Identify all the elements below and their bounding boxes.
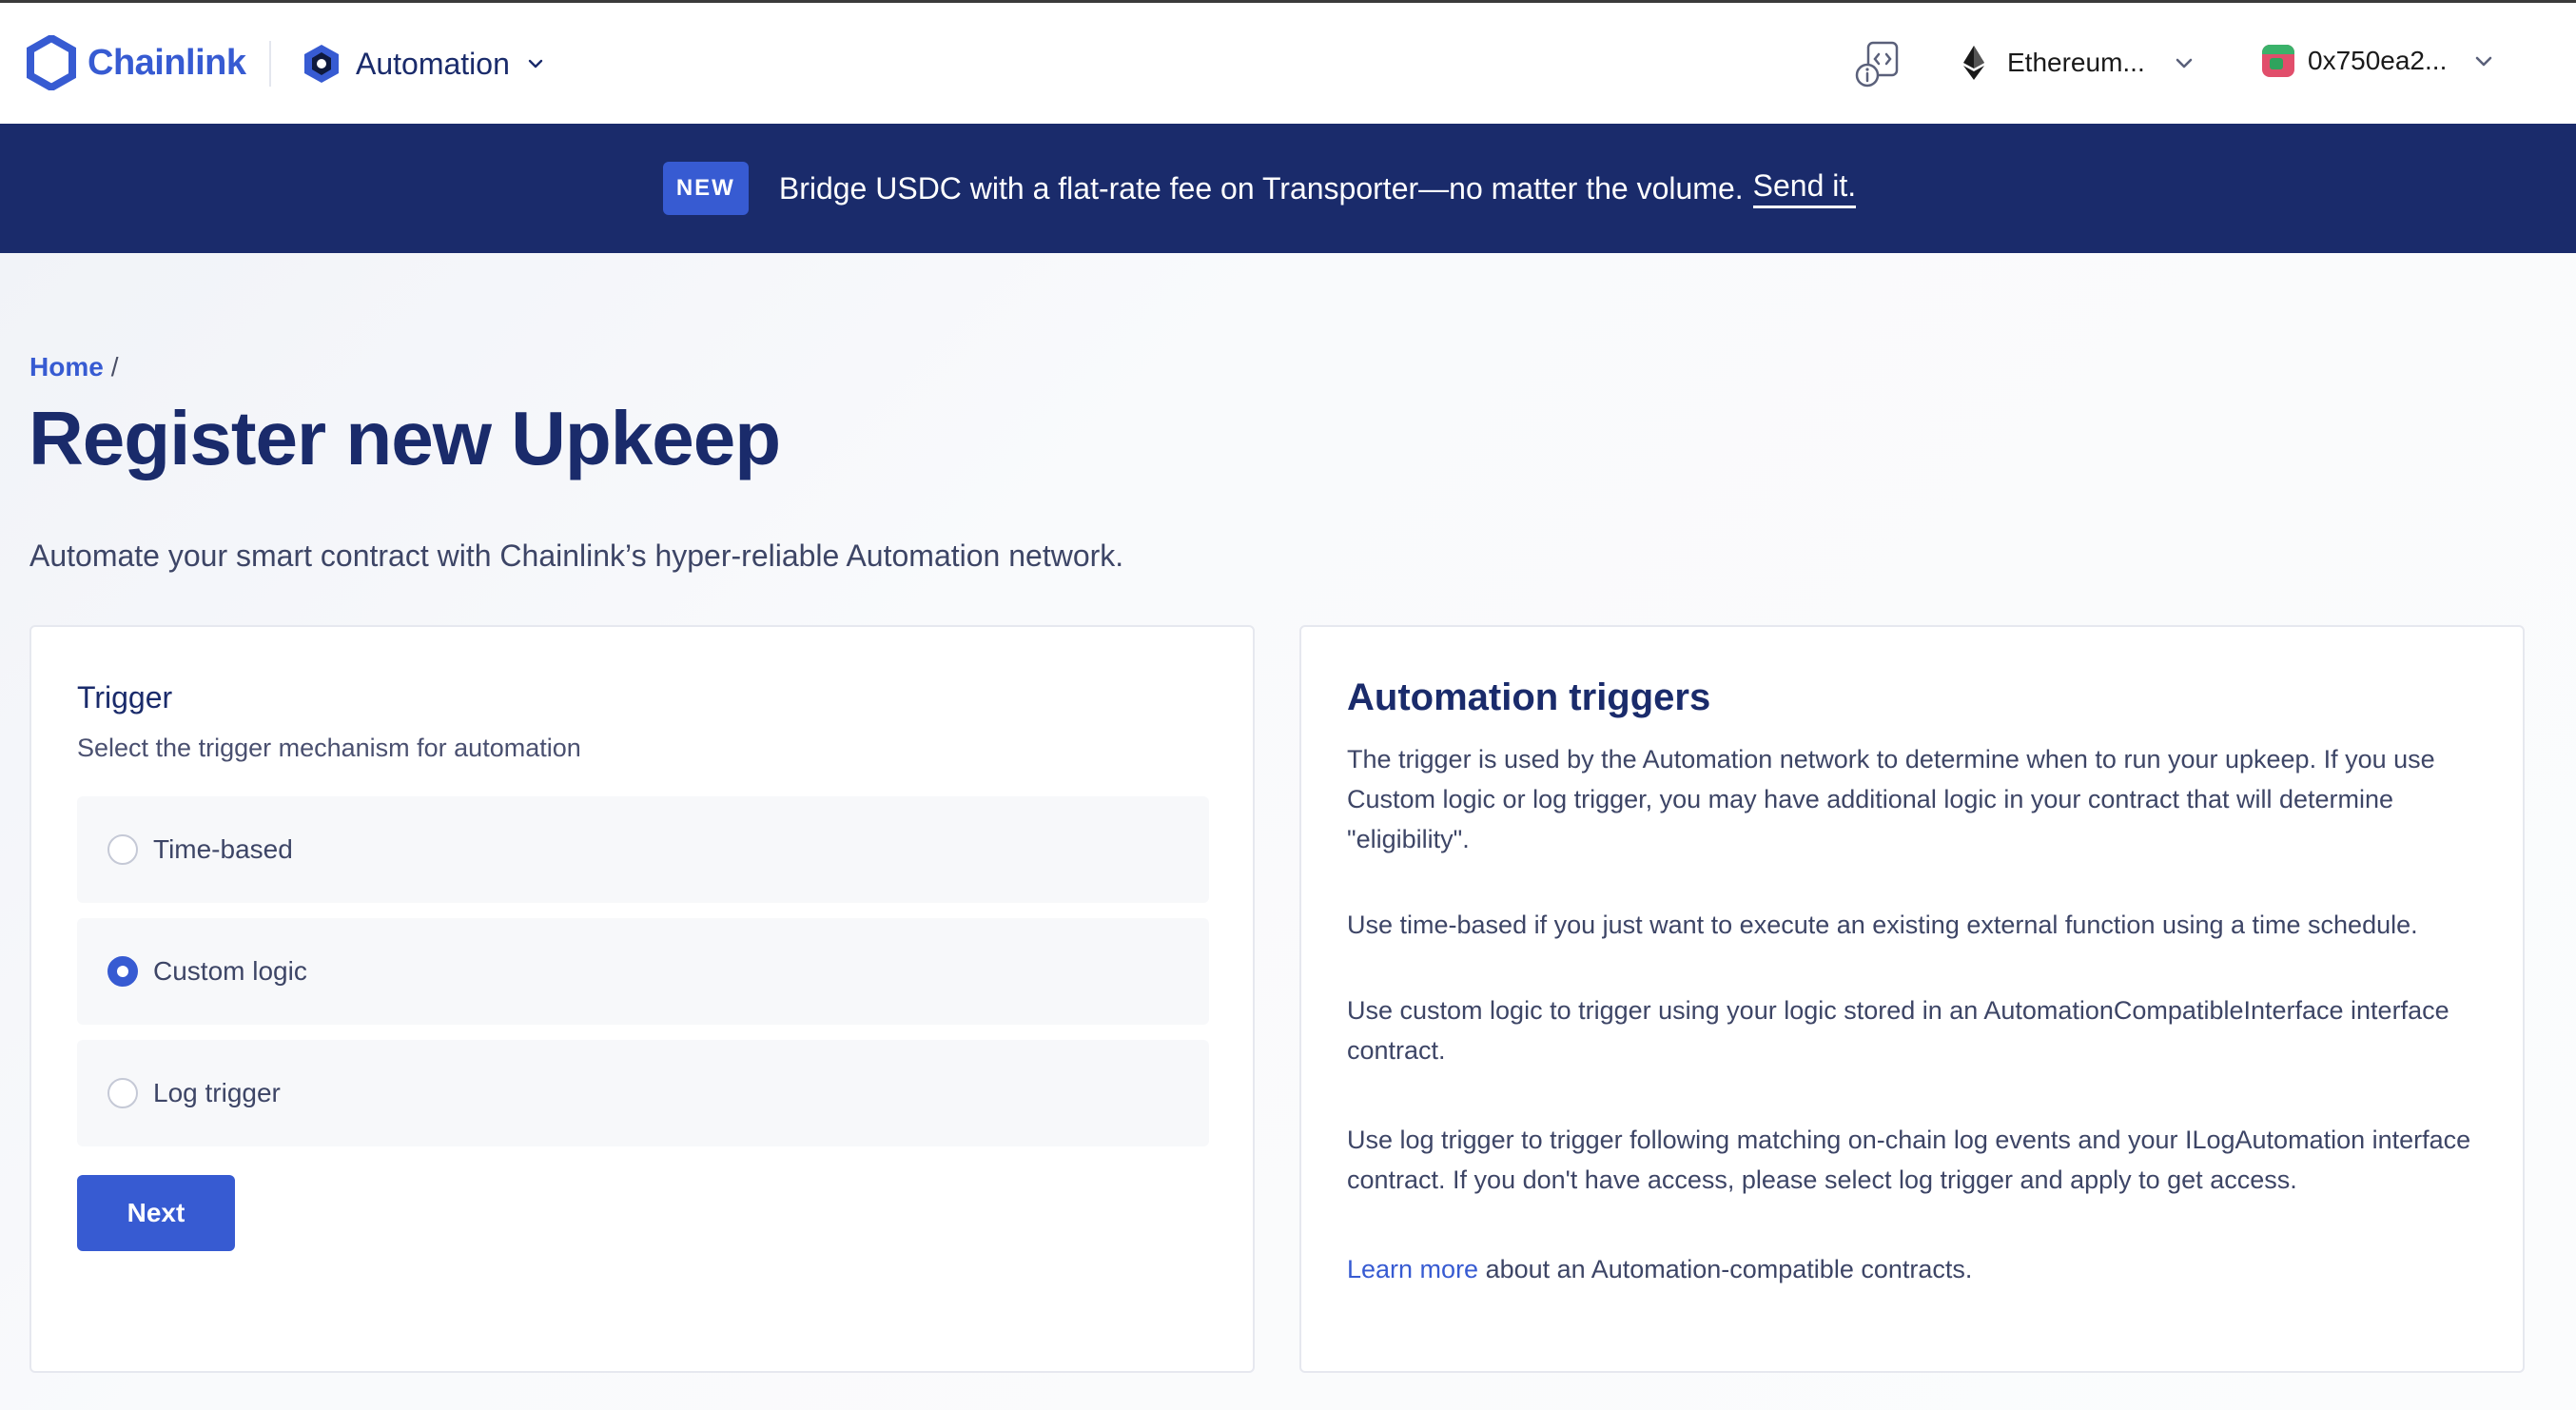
chevron-down-icon [528, 59, 543, 69]
next-button[interactable]: Next [77, 1175, 235, 1251]
brand-logo-link[interactable]: Chainlink [27, 35, 246, 90]
info-paragraph: The trigger is used by the Automation ne… [1347, 745, 2435, 853]
network-selector[interactable]: Ethereum... [1961, 45, 2196, 81]
breadcrumb: Home / [29, 352, 119, 382]
chevron-down-icon [2476, 56, 2492, 67]
banner-send-link[interactable]: Send it. [1752, 168, 1857, 208]
product-selector[interactable]: Automation [302, 43, 546, 85]
announcement-banner: NEW Bridge USDC with a flat-rate fee on … [0, 124, 2576, 253]
trigger-option-time-based[interactable]: Time-based [77, 796, 1209, 903]
chainlink-hexagon-icon [27, 35, 76, 90]
brand-name: Chainlink [88, 42, 246, 83]
wallet-avatar [2262, 45, 2294, 77]
info-paragraph: Use log trigger to trigger following mat… [1347, 1126, 2471, 1194]
new-badge: NEW [662, 162, 749, 215]
info-paragraph: Use custom logic to trigger using your l… [1347, 996, 2449, 1065]
breadcrumb-separator: / [110, 352, 119, 382]
trigger-card: Trigger Select the trigger mechanism for… [29, 625, 1255, 1373]
account-selector[interactable]: 0x750ea2... [2262, 45, 2496, 77]
developer-info-icon[interactable] [1855, 41, 1901, 88]
trigger-option-custom-logic[interactable]: Custom logic [77, 918, 1209, 1025]
trigger-title: Trigger [77, 680, 173, 715]
page-subtitle: Automate your smart contract with Chainl… [29, 539, 1124, 573]
top-navbar: Chainlink Automation Ethereum... 0x750ea… [0, 3, 2576, 124]
banner-text: Bridge USDC with a flat-rate fee on Tran… [778, 170, 1744, 206]
breadcrumb-home-link[interactable]: Home [29, 352, 104, 382]
learn-more-text: about an Automation-compatible contracts… [1478, 1255, 1973, 1283]
network-label: Ethereum... [2007, 48, 2145, 77]
header-divider [269, 41, 271, 87]
learn-more-paragraph: Learn more about an Automation-compatibl… [1347, 1249, 2488, 1289]
option-label: Custom logic [153, 956, 307, 986]
option-label: Log trigger [153, 1078, 281, 1107]
info-title: Automation triggers [1347, 676, 1711, 718]
radio-button[interactable] [107, 1078, 138, 1108]
trigger-option-log-trigger[interactable]: Log trigger [77, 1040, 1209, 1146]
automation-hexagon-icon [304, 45, 339, 83]
automation-triggers-info-card: Automation triggers The trigger is used … [1299, 625, 2525, 1373]
product-name: Automation [356, 46, 510, 81]
account-address: 0x750ea2... [2308, 46, 2448, 75]
info-paragraph: Use time-based if you just want to execu… [1347, 911, 2418, 939]
page-title: Register new Upkeep [29, 396, 781, 480]
learn-more-link[interactable]: Learn more [1347, 1255, 1478, 1283]
chevron-down-icon [2176, 58, 2193, 69]
radio-button-selected[interactable] [107, 956, 138, 987]
radio-button[interactable] [107, 834, 138, 865]
ethereum-icon [1963, 46, 1984, 80]
trigger-subtitle: Select the trigger mechanism for automat… [77, 734, 581, 762]
option-label: Time-based [153, 834, 293, 864]
